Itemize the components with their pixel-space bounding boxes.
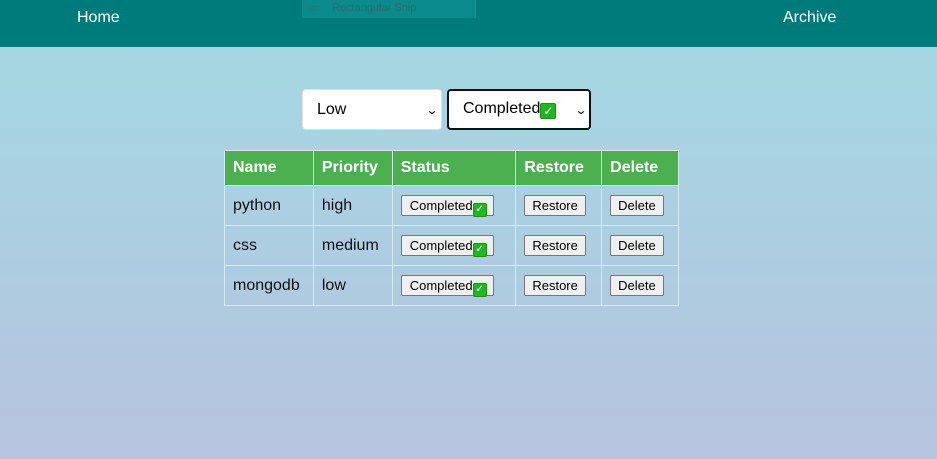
- snip-label: Rectangular Snip: [332, 2, 417, 14]
- restore-cell: Restore: [515, 225, 603, 266]
- delete-button[interactable]: Delete: [610, 275, 664, 296]
- priority-filter-value: Low: [317, 100, 347, 118]
- header-status: Status: [391, 150, 517, 186]
- delete-cell: Delete: [601, 185, 679, 226]
- status-cell: Completed ✓: [391, 225, 517, 266]
- restore-cell: Restore: [515, 185, 603, 226]
- task-priority: high: [312, 185, 393, 226]
- priority-filter-select[interactable]: Low ⌄: [302, 89, 442, 130]
- table-row: mongodb low Completed ✓ Restore Delete: [224, 265, 679, 306]
- delete-cell: Delete: [601, 265, 679, 306]
- status-button-label: Completed: [409, 238, 473, 253]
- task-name: css: [224, 225, 314, 266]
- chevron-down-icon: ⌄: [425, 102, 439, 117]
- check-mark-icon: ✓: [472, 203, 487, 217]
- task-priority: medium: [312, 225, 393, 266]
- snip-icon: ▭: [308, 2, 319, 14]
- check-mark-icon: ✓: [472, 283, 487, 297]
- status-filter-option: Completed ✓: [463, 100, 557, 119]
- table-row: python high Completed ✓ Restore Delete: [224, 185, 679, 226]
- status-filter-select[interactable]: Completed ✓ ⌄: [447, 89, 591, 130]
- restore-cell: Restore: [515, 265, 603, 306]
- status-button[interactable]: Completed ✓: [400, 275, 494, 297]
- table-header-row: Name Priority Status Restore Delete: [224, 150, 679, 186]
- header-restore: Restore: [515, 150, 603, 186]
- restore-button[interactable]: Restore: [524, 195, 586, 216]
- archived-tasks-table: Name Priority Status Restore Delete pyth…: [224, 150, 679, 306]
- nav-archive-link[interactable]: Archive: [783, 9, 836, 27]
- header-delete: Delete: [601, 150, 679, 186]
- check-mark-icon: ✓: [472, 243, 487, 257]
- nav-home-link[interactable]: Home: [77, 9, 120, 27]
- status-button-label: Completed: [409, 198, 473, 213]
- task-name: python: [224, 185, 314, 226]
- chevron-down-icon: ⌄: [574, 102, 588, 117]
- delete-cell: Delete: [601, 225, 679, 266]
- status-filter-value: Completed: [463, 100, 541, 117]
- status-cell: Completed ✓: [391, 185, 517, 226]
- status-button[interactable]: Completed ✓: [400, 235, 494, 257]
- status-button-label: Completed: [409, 278, 473, 293]
- task-priority: low: [312, 265, 393, 306]
- task-name: mongodb: [224, 265, 314, 306]
- restore-button[interactable]: Restore: [524, 235, 586, 256]
- snip-overlay: ▭ Rectangular Snip: [302, 0, 476, 18]
- header-name: Name: [224, 150, 314, 186]
- delete-button[interactable]: Delete: [610, 195, 664, 216]
- check-mark-icon: ✓: [540, 103, 557, 119]
- status-cell: Completed ✓: [391, 265, 517, 306]
- restore-button[interactable]: Restore: [524, 275, 586, 296]
- header-priority: Priority: [312, 150, 393, 186]
- table-row: css medium Completed ✓ Restore Delete: [224, 225, 679, 266]
- status-button[interactable]: Completed ✓: [400, 195, 494, 217]
- navbar: Home ▭ Rectangular Snip Archive: [0, 0, 937, 47]
- delete-button[interactable]: Delete: [610, 235, 664, 256]
